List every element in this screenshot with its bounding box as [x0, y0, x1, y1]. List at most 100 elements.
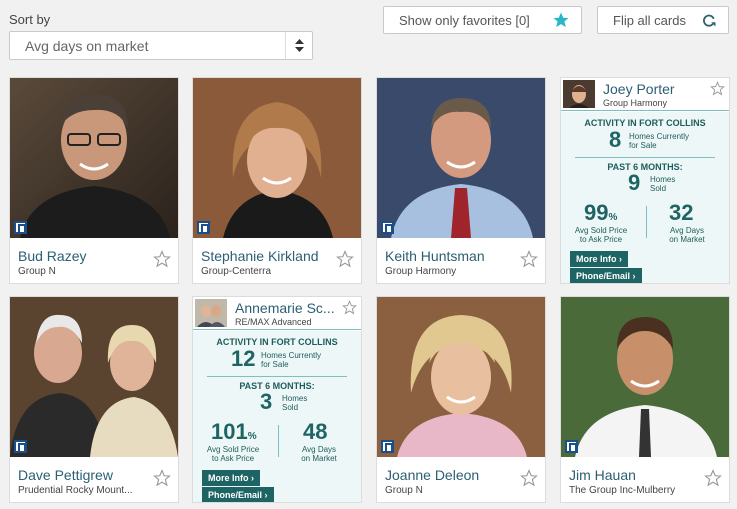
homes-sold-label-1: Homes	[282, 394, 308, 403]
agent-photo[interactable]	[561, 297, 729, 457]
agent-photo[interactable]	[193, 78, 361, 238]
avg-days-label-1: Avg Days	[301, 445, 337, 454]
agent-name[interactable]: Annemarie Sc...	[235, 300, 335, 316]
avg-sold-percent-value: 101	[211, 419, 248, 444]
favorite-star-icon[interactable]	[153, 469, 171, 487]
activity-title: ACTIVITY IN FORT COLLINS	[584, 118, 706, 128]
favorite-star-icon[interactable]	[704, 469, 722, 487]
homes-for-sale-count: 8	[609, 127, 622, 152]
agent-company: Prudential Rocky Mount...	[18, 485, 133, 496]
agent-name[interactable]: Bud Razey	[18, 248, 86, 264]
avg-days-label-1: Avg Days	[669, 226, 705, 235]
agent-card[interactable]: Stephanie Kirkland Group-Centerra	[192, 77, 362, 284]
agent-photo[interactable]	[10, 297, 178, 457]
agent-company: The Group Inc-Mulberry	[569, 485, 676, 496]
past-months-title: PAST 6 MONTHS:	[239, 381, 315, 391]
agent-photo[interactable]	[10, 78, 178, 238]
agent-stats: ACTIVITY IN FORT COLLINS 8 Homes Current…	[561, 112, 729, 283]
sort-select-value: Avg days on market	[25, 38, 149, 54]
phone-email-button[interactable]: Phone/Email ›	[202, 487, 274, 502]
agent-card-flipped[interactable]: Joey Porter Group Harmony ACTIVITY IN FO…	[560, 77, 730, 284]
homes-sold-label: Homes Sold	[650, 175, 675, 193]
realtor-logo-icon	[565, 440, 578, 453]
avg-sold-percent: 99%	[584, 200, 617, 226]
agent-company: RE/MAX Advanced	[235, 317, 312, 327]
homes-sold-label: Homes Sold	[282, 394, 307, 412]
agent-card[interactable]: Keith Huntsman Group Harmony	[376, 77, 546, 284]
flip-icon	[703, 14, 716, 27]
homes-for-sale-label-2: for Sale	[261, 360, 289, 369]
agent-company: Group-Centerra	[201, 266, 272, 277]
agent-name[interactable]: Jim Hauan	[569, 467, 636, 483]
agent-photo[interactable]	[377, 78, 545, 238]
agent-name[interactable]: Dave Pettigrew	[18, 467, 113, 483]
more-info-button[interactable]: More Info ›	[202, 470, 260, 486]
agent-name[interactable]: Joanne Deleon	[385, 467, 479, 483]
agent-company: Group N	[385, 485, 423, 496]
agent-card[interactable]: Bud Razey Group N	[9, 77, 179, 284]
past-months-title: PAST 6 MONTHS:	[607, 162, 683, 172]
agent-name[interactable]: Joey Porter	[603, 81, 675, 97]
card-header: Joey Porter Group Harmony	[561, 78, 729, 111]
agent-thumbnail[interactable]	[563, 80, 595, 108]
favorite-star-icon[interactable]	[336, 250, 354, 268]
avg-days-label: Avg Days on Market	[291, 445, 347, 463]
realtor-logo-icon	[381, 221, 394, 234]
favorite-star-icon[interactable]	[520, 250, 538, 268]
homes-sold-label-2: Sold	[650, 184, 667, 193]
favorite-star-icon[interactable]	[342, 300, 357, 315]
realtor-logo-icon	[14, 221, 27, 234]
agent-photo[interactable]	[377, 297, 545, 457]
homes-sold-label-1: Homes	[650, 175, 676, 184]
agent-card[interactable]: Dave Pettigrew Prudential Rocky Mount...	[9, 296, 179, 503]
avg-sold-percent-value: 99	[584, 200, 609, 225]
percent-sign: %	[608, 212, 618, 223]
flip-all-cards-button[interactable]: Flip all cards	[597, 6, 729, 34]
sort-arrows-icon	[285, 32, 312, 59]
homes-for-sale-label-1: Homes Currently	[629, 132, 690, 141]
homes-for-sale-label: Homes Currently for Sale	[261, 351, 321, 369]
avg-sold-label-1: Avg Sold Price	[574, 226, 628, 235]
divider	[207, 376, 347, 377]
homes-for-sale-label-2: for Sale	[629, 141, 657, 150]
sort-label: Sort by	[9, 12, 51, 27]
phone-email-button[interactable]: Phone/Email ›	[570, 268, 642, 283]
agent-card[interactable]: Joanne Deleon Group N	[376, 296, 546, 503]
avg-sold-label-2: to Ask Price	[579, 235, 623, 244]
star-icon	[553, 12, 569, 28]
divider	[575, 157, 715, 158]
favorite-star-icon[interactable]	[153, 250, 171, 268]
avg-days-count: 48	[303, 419, 328, 444]
homes-for-sale-label: Homes Currently for Sale	[629, 132, 689, 150]
agent-company: Group N	[18, 266, 56, 277]
homes-sold-count: 9	[628, 170, 641, 195]
more-info-button[interactable]: More Info ›	[570, 251, 628, 267]
favorite-star-icon[interactable]	[520, 469, 538, 487]
avg-sold-label: Avg Sold Price to Ask Price	[573, 226, 629, 244]
activity-title: ACTIVITY IN FORT COLLINS	[216, 337, 338, 347]
sort-select[interactable]: Avg days on market	[9, 31, 313, 60]
homes-sold-count: 3	[260, 389, 273, 414]
favorite-star-icon[interactable]	[710, 81, 725, 96]
agent-thumbnail[interactable]	[195, 299, 227, 327]
agent-stats: ACTIVITY IN FORT COLLINS 12 Homes Curren…	[193, 331, 361, 502]
agent-company: Group Harmony	[603, 98, 668, 108]
show-favorites-label: Show only favorites [0]	[399, 13, 530, 28]
realtor-logo-icon	[14, 440, 27, 453]
card-header: Annemarie Sc... RE/MAX Advanced	[193, 297, 361, 330]
show-favorites-button[interactable]: Show only favorites [0]	[383, 6, 582, 34]
agent-name[interactable]: Keith Huntsman	[385, 248, 485, 264]
agent-name[interactable]: Stephanie Kirkland	[201, 248, 319, 264]
agent-company: Group Harmony	[385, 266, 457, 277]
vertical-divider	[646, 206, 647, 238]
vertical-divider	[278, 425, 279, 457]
realtor-logo-icon	[381, 440, 394, 453]
avg-sold-percent: 101%	[211, 419, 257, 445]
agent-card[interactable]: Jim Hauan The Group Inc-Mulberry	[560, 296, 730, 503]
avg-days-label-2: on Market	[301, 454, 337, 463]
avg-sold-label-2: to Ask Price	[211, 454, 255, 463]
avg-days-label-2: on Market	[669, 235, 705, 244]
agent-card-flipped[interactable]: Annemarie Sc... RE/MAX Advanced ACTIVITY…	[192, 296, 362, 503]
percent-sign: %	[247, 431, 257, 442]
avg-days-label: Avg Days on Market	[659, 226, 715, 244]
